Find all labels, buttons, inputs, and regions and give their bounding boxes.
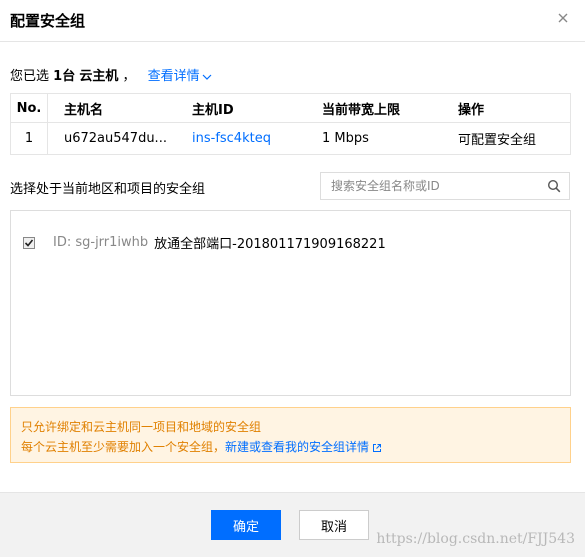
security-group-search (320, 172, 570, 200)
row-no: 1 (10, 122, 48, 155)
dialog-title: 配置安全组 (10, 12, 86, 30)
checkmark-icon (24, 238, 34, 247)
dialog-header: 配置安全组 (0, 0, 585, 42)
col-action: 操作 (450, 93, 571, 123)
row-action: 可配置安全组 (450, 122, 571, 155)
cancel-button[interactable]: 取消 (299, 510, 369, 540)
close-icon[interactable] (555, 10, 571, 26)
external-link-icon (373, 443, 382, 452)
view-details-label: 查看详情 (147, 69, 200, 84)
col-hostname: 主机名 (47, 93, 184, 123)
search-icon[interactable] (547, 179, 561, 193)
hosts-table: No. 主机名 主机ID 当前带宽上限 操作 1 u672au547du... … (10, 93, 571, 155)
security-group-details-label: 新建或查看我的安全组详情 (225, 440, 370, 454)
selection-summary: 您已选 1台 云主机 ， 查看详情 (10, 65, 212, 84)
row-hostname: u672au547du... (47, 122, 184, 155)
security-group-dialog: 配置安全组 您已选 1台 云主机 ， 查看详情 No. 主机名 主机ID 当前带… (0, 0, 585, 557)
security-group-label: 选择处于当前地区和项目的安全组 (10, 182, 206, 197)
dialog-footer: 确定 取消 https://blog.csdn.net/FJJ543 (0, 492, 585, 557)
notice-line-2-text: 每个云主机至少需要加入一个安全组， (21, 440, 226, 454)
confirm-button[interactable]: 确定 (211, 510, 281, 540)
security-group-list: ID: sg-jrr1iwhb 放通全部端口-20180117190916822… (10, 210, 571, 396)
col-host-id: 主机ID (184, 93, 314, 123)
col-bandwidth: 当前带宽上限 (314, 93, 450, 123)
col-no: No. (10, 93, 48, 123)
security-group-name: 放通全部端口-20180117190916822​1 (154, 237, 386, 252)
selection-count: 1台 (53, 69, 76, 84)
view-details-link[interactable]: 查看详情 (148, 69, 212, 84)
selection-unit: 云主机 (79, 69, 119, 84)
notice-box: 只允许绑定和云主机同一项目和地域的安全组 每个云主机至少需要加入一个安全组，新建… (10, 407, 571, 463)
table-row: 1 u672au547du... ins-fsc4kteq 1 Mbps 可配置… (10, 122, 571, 155)
row-bandwidth: 1 Mbps (314, 122, 450, 155)
selection-separator: ， (122, 69, 136, 84)
chevron-down-icon (202, 74, 212, 80)
security-group-id: ID: sg-jrr1iwhb (53, 235, 149, 250)
watermark: https://blog.csdn.net/FJJ543 (376, 531, 575, 547)
list-item[interactable]: ID: sg-jrr1iwhb 放通全部端口-20180117190916822… (23, 233, 386, 252)
hosts-table-header: No. 主机名 主机ID 当前带宽上限 操作 (10, 93, 571, 123)
search-input[interactable] (321, 174, 547, 198)
selection-prefix: 您已选 (10, 69, 50, 84)
notice-line-2: 每个云主机至少需要加入一个安全组，新建或查看我的安全组详情 (21, 437, 560, 457)
host-id-link[interactable]: ins-fsc4kteq (192, 131, 271, 146)
notice-line-1: 只允许绑定和云主机同一项目和地域的安全组 (21, 420, 262, 434)
security-group-details-link[interactable]: 新建或查看我的安全组详情 (225, 440, 382, 454)
security-group-checkbox[interactable] (23, 236, 35, 249)
